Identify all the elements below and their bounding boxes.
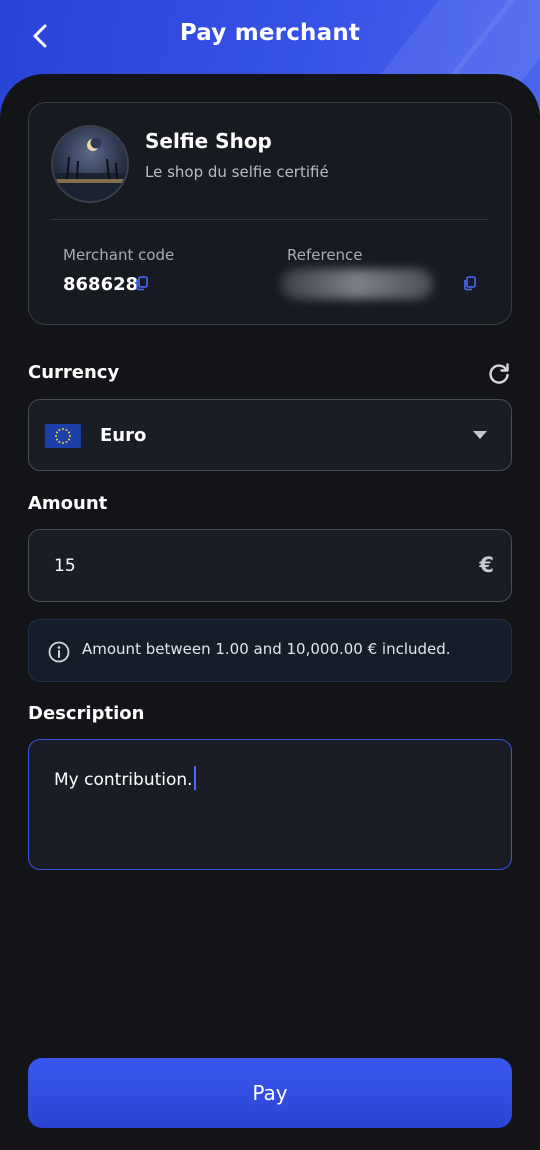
description-label: Description (28, 703, 145, 724)
amount-input[interactable]: 15 € (28, 529, 512, 602)
chevron-down-icon (473, 431, 487, 439)
amount-info-notice: Amount between 1.00 and 10,000.00 € incl… (28, 619, 512, 682)
copy-icon[interactable] (462, 275, 478, 291)
copy-icon[interactable] (134, 275, 150, 291)
merchant-tagline: Le shop du selfie certifié (145, 163, 329, 181)
amount-value: 15 (54, 556, 76, 576)
text-cursor (193, 766, 196, 790)
merchant-name: Selfie Shop (145, 129, 272, 153)
merchant-card: Selfie Shop Le shop du selfie certifié M… (28, 102, 512, 325)
description-textarea[interactable]: My contribution. (28, 739, 512, 870)
amount-label: Amount (28, 493, 108, 514)
reference-label: Reference (287, 246, 363, 264)
currency-selected-value: Euro (100, 425, 147, 446)
page-title: Pay merchant (179, 20, 361, 46)
description-value: My contribution. (54, 766, 196, 790)
currency-label: Currency (28, 362, 120, 383)
eu-flag-icon (45, 424, 81, 448)
pay-button[interactable]: Pay (28, 1058, 512, 1128)
euro-icon: € (479, 553, 494, 577)
merchant-code-value: 868628 (63, 274, 139, 295)
amount-info-text: Amount between 1.00 and 10,000.00 € incl… (82, 640, 451, 658)
currency-select[interactable]: Euro (28, 399, 512, 471)
reference-value-redacted (281, 269, 433, 299)
merchant-code-label: Merchant code (63, 246, 175, 264)
info-icon (48, 641, 70, 663)
divider (51, 219, 489, 220)
refresh-icon[interactable] (486, 361, 512, 387)
merchant-avatar (51, 125, 129, 203)
